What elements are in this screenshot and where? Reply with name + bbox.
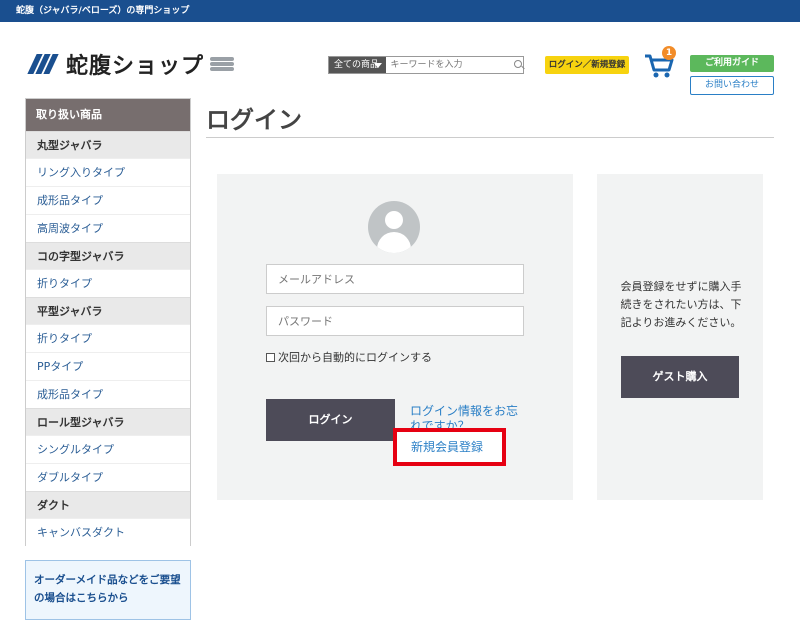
search-category-label: 全ての商品 [334,60,380,70]
password-field[interactable] [266,306,524,336]
email-field[interactable] [266,264,524,294]
search-category-select[interactable]: 全ての商品 [329,57,387,73]
login-panel: 次回から自動的にログインする ログイン ログイン情報をお忘れですか？ 新規会員登… [217,174,573,500]
login-submit-button[interactable]: ログイン [266,399,395,441]
search-bar: 全ての商品 [328,56,524,74]
sidebar-item[interactable]: シングルタイプ [26,435,190,463]
caret-down-icon [374,63,383,68]
sidebar-item[interactable]: 折りタイプ [26,269,190,297]
login-register-button[interactable]: ログイン／新規登録 [545,56,629,74]
sidebar-item[interactable]: 折りタイプ [26,324,190,352]
page-title: ログイン [206,106,302,134]
site-header: 蛇腹ショップ 全ての商品 ログイン／新規登録 1 ご利用ガイド お問い合わせ [0,22,800,98]
forgot-password-link[interactable]: ログイン情報をお忘れですか？ [410,404,530,428]
sidebar-category[interactable]: ロール型ジャバラ [26,408,190,435]
user-avatar-icon [368,201,420,253]
register-link[interactable]: 新規会員登録 [393,428,506,466]
guest-purchase-button[interactable]: ゲスト購入 [621,356,739,398]
sidebar-category[interactable]: 丸型ジャバラ [26,131,190,158]
sidebar-item[interactable]: 成形品タイプ [26,380,190,408]
sidebar-item[interactable]: ダブルタイプ [26,463,190,491]
sidebar-item[interactable]: PPタイプ [26,352,190,380]
logo-mark-icon [26,52,60,76]
remember-label: 次回から自動的にログインする [278,351,432,364]
guide-button[interactable]: ご利用ガイド [690,55,774,72]
sidebar-title: 取り扱い商品 [26,99,190,131]
sidebar-item[interactable]: キャンバスダクト [26,518,190,546]
top-banner: 蛇腹（ジャバラ/ベローズ）の専門ショップ [0,0,800,22]
sidebar-category[interactable]: ダクト [26,491,190,518]
cart-count-badge: 1 [662,46,676,60]
logo-text: 蛇腹ショップ [66,54,205,79]
title-divider [206,137,774,138]
remember-me[interactable]: 次回から自動的にログインする [266,349,432,365]
product-sidebar: 取り扱い商品 丸型ジャバラ リング入りタイプ 成形品タイプ 高周波タイプ コの字… [25,98,191,546]
cart-button[interactable]: 1 [644,46,676,80]
contact-button[interactable]: お問い合わせ [690,76,774,95]
guest-panel: 会員登録をせずに購入手続きをされたい方は、下記よりお進みください。 ゲスト購入 [597,174,763,500]
custom-order-banner[interactable]: オーダーメイド品などをご要望の場合はこちらから [25,560,191,620]
sidebar-category[interactable]: 平型ジャバラ [26,297,190,324]
sidebar-item[interactable]: 高周波タイプ [26,214,190,242]
sidebar-category[interactable]: コの字型ジャバラ [26,242,190,269]
search-icon[interactable] [510,57,523,73]
sidebar-item[interactable]: 成形品タイプ [26,186,190,214]
guest-description: 会員登録をせずに購入手続きをされたい方は、下記よりお進みください。 [620,280,742,329]
remember-checkbox[interactable] [266,352,275,362]
bellows-icon [210,55,236,73]
site-logo[interactable]: 蛇腹ショップ [26,48,236,80]
search-input[interactable] [386,57,511,73]
sidebar-item[interactable]: リング入りタイプ [26,158,190,186]
